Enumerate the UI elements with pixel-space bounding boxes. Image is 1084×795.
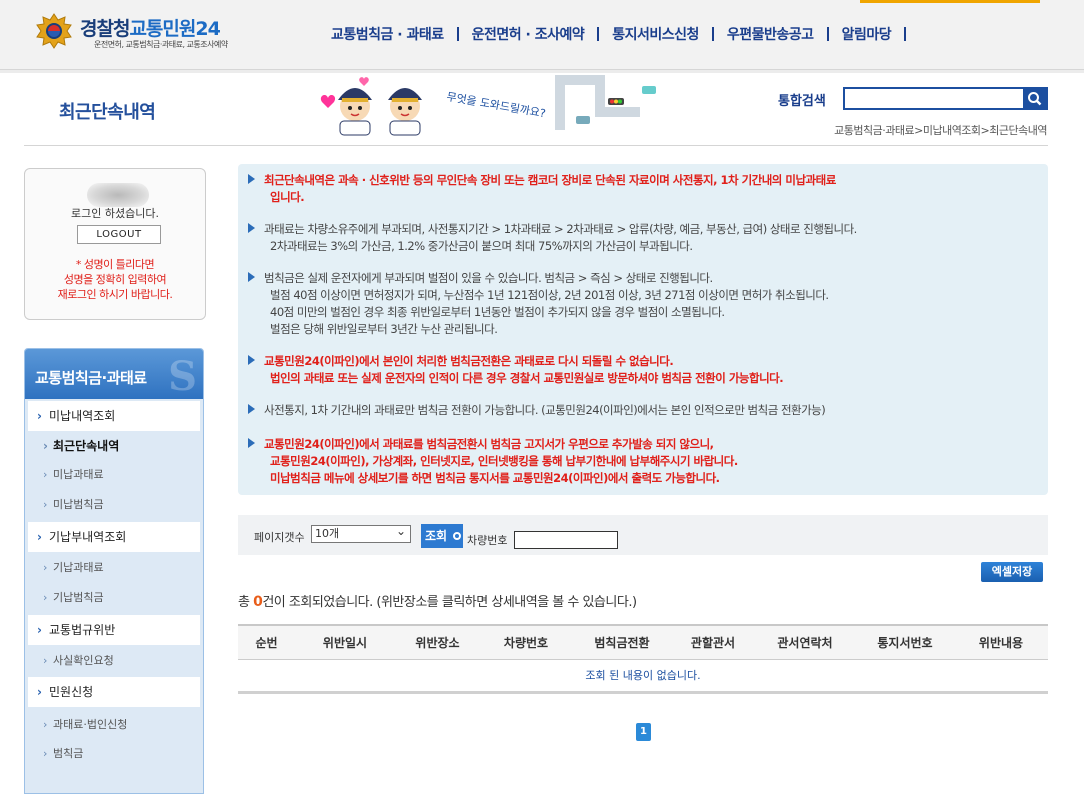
global-nav: 교통범칙금 · 과태료 운전면허 · 조사예약 통지서비스신청 우편물반송공고 알림마당: [318, 24, 907, 44]
plate-number-label: 차량번호: [467, 534, 508, 547]
info-line: 과태료는 차량소유주에게 부과되며, 사전통지기간 > 1차과태료 > 2차과태…: [264, 222, 857, 236]
pagination-page-1[interactable]: 1: [636, 723, 651, 741]
info-notice-box: 최근단속내역은 과속 · 신호위반 등의 무인단속 장비 또는 캠코더 장비로 …: [238, 164, 1048, 495]
bullet-triangle-icon: [248, 438, 255, 448]
sidebar-item[interactable]: 교통법규위반: [28, 615, 200, 645]
bullet-triangle-icon: [248, 272, 255, 282]
info-paragraph: 교통민원24(이파인)에서 과태료를 범칙금전환시 범칙금 고지서가 우편으로 …: [238, 436, 1038, 487]
logo-title: 경찰청교통민원24: [80, 18, 221, 40]
page-title: 최근단속내역: [59, 102, 156, 123]
info-paragraph: 최근단속내역은 과속 · 신호위반 등의 무인단속 장비 또는 캠코더 장비로 …: [238, 172, 1038, 206]
violation-table: 순번 위반일시 위반장소 차량번호 범칙금전환 관할관서 관서연락처 통지서번호 위반내용 조회…: [238, 624, 1048, 694]
search-button[interactable]: [1023, 89, 1046, 108]
info-paragraph: 과태료는 차량소유주에게 부과되며, 사전통지기간 > 1차과태료 > 2차과태…: [238, 221, 1038, 255]
sidebar-deco-icon: S: [168, 353, 197, 400]
info-line: 교통민원24(이파인)에서 본인이 처리한 범칙금전환은 과태료로 다시 되돌릴…: [264, 354, 674, 368]
info-line: 입니다.: [270, 190, 305, 204]
user-name-blurred: [87, 183, 149, 207]
info-paragraph: 범칙금은 실제 운전자에게 부과되며 벌점이 있을 수 있습니다. 범칙금 > …: [238, 270, 1038, 338]
table-column-header: 위반일시: [322, 636, 368, 650]
nav-item-5[interactable]: 알림마당: [829, 24, 905, 44]
accent-bar: [860, 0, 1040, 3]
sidebar-heading: S 교통범칙금·과태료: [25, 349, 203, 399]
sidebar-subitem[interactable]: 미납범칙금: [28, 492, 200, 518]
table-empty-message: 조회 된 내용이 없습니다.: [238, 660, 1048, 694]
nav-separator: [904, 27, 907, 41]
info-line: 최근단속내역은 과속 · 신호위반 등의 무인단속 장비 또는 캠코더 장비로 …: [264, 173, 836, 187]
info-paragraph: 교통민원24(이파인)에서 본인이 처리한 범칙금전환은 과태료로 다시 되돌릴…: [238, 353, 1038, 387]
filter-bar: 페이지갯수 10개 조회 차량번호: [238, 515, 1048, 555]
page-size-label: 페이지갯수: [254, 531, 305, 544]
mascot-illustration: 무엇을 도와드릴까요?: [320, 75, 656, 136]
header: 경찰청교통민원24 운전면허, 교통범칙금·과태료, 교통조사예약 교통범칙금 …: [0, 0, 1084, 73]
sidebar-subitem[interactable]: 기납과태료: [28, 555, 200, 581]
table-column-header: 차량번호: [503, 636, 549, 650]
nav-item-2[interactable]: 운전면허 · 조사예약: [459, 24, 598, 44]
table-header: 순번 위반일시 위반장소 차량번호 범칙금전환 관할관서 관서연락처 통지서번호 위반내용: [238, 626, 1048, 660]
search-submit-button[interactable]: 조회: [421, 524, 463, 548]
nav-item-3[interactable]: 통지서비스신청: [599, 24, 712, 44]
sidebar-item[interactable]: 미납내역조회: [28, 401, 200, 431]
table-column-header: 위반내용: [978, 636, 1024, 650]
sidebar-subitem[interactable]: 범칙금: [28, 741, 200, 767]
info-line: 교통민원24(이파인), 가상계좌, 인터넷지로, 인터넷뱅킹을 통해 납부기한…: [270, 454, 738, 468]
info-line: 벌점은 당해 위반일로부터 3년간 누산 관리됩니다.: [270, 322, 498, 336]
sidebar-subitem[interactable]: 미납과태료: [28, 462, 200, 488]
search-box: [843, 87, 1048, 110]
table-column-header: 위반장소: [415, 636, 460, 650]
sidebar: S 교통범칙금·과태료 미납내역조회최근단속내역미납과태료미납범칙금기납부내역조…: [24, 348, 204, 794]
sidebar-subitem[interactable]: 과태료·법인신청: [28, 712, 200, 738]
breadcrumb: 교통범칙금·과태료>미납내역조회>최근단속내역: [834, 124, 1047, 137]
search-label: 통합검색: [778, 94, 826, 109]
search-icon: [1028, 92, 1042, 106]
bullet-triangle-icon: [248, 223, 255, 233]
info-line: 교통민원24(이파인)에서 과태료를 범칙금전환시 범칙금 고지서가 우편으로 …: [264, 437, 714, 451]
table-column-header: 통지서번호: [877, 636, 933, 650]
search-input[interactable]: [845, 89, 1023, 108]
site-logo[interactable]: 경찰청교통민원24 운전면허, 교통범칙금·과태료, 교통조사예약: [34, 12, 274, 54]
result-count: 총 0건이 조회되었습니다. (위반장소를 클릭하면 상세내역을 볼 수 있습니…: [238, 594, 637, 610]
table-column-header: 순번: [255, 636, 278, 650]
table-column-header: 관서연락처: [777, 636, 833, 650]
info-line: 법인의 과태료 또는 실제 운전자의 인적이 다른 경우 경찰서 교통민원실로 …: [270, 371, 784, 385]
nav-item-4[interactable]: 우편물반송공고: [714, 24, 827, 44]
nav-item-1[interactable]: 교통범칙금 · 과태료: [318, 24, 457, 44]
svg-text:무엇을 도와드릴까요?: 무엇을 도와드릴까요?: [445, 90, 546, 120]
bullet-triangle-icon: [248, 404, 255, 414]
info-line: 벌점 40점 이상이면 면허정지가 되며, 누산점수 1년 121점이상, 2년…: [270, 288, 829, 302]
sidebar-subitem[interactable]: 최근단속내역: [28, 433, 200, 459]
login-warning: * 성명이 틀리다면 성명을 정확히 입력하여 재로그인 하시기 바랍니다.: [57, 258, 173, 301]
info-line: 40점 미만의 벌점인 경우 최종 위반일로부터 1년동안 벌점이 추가되지 않…: [270, 305, 725, 319]
table-column-header: 범칙금전환: [594, 636, 650, 650]
magnifier-icon: [453, 532, 461, 540]
bullet-triangle-icon: [248, 355, 255, 365]
login-message: 로그인 하셨습니다.: [71, 207, 159, 220]
info-line: 사전통지, 1차 기간내의 과태료만 범칙금 전환이 가능합니다. (교통민원2…: [264, 403, 826, 417]
logo-subtitle: 운전면허, 교통범칙금·과태료, 교통조사예약: [94, 40, 228, 49]
info-line: 2차과태료는 3%의 가산금, 1.2% 중가산금이 붙으며 최대 75%까지의…: [270, 239, 693, 253]
login-box: 로그인 하셨습니다. LOGOUT * 성명이 틀리다면 성명을 정확히 입력하…: [24, 168, 206, 320]
logout-button[interactable]: LOGOUT: [77, 225, 161, 244]
police-emblem-icon: [36, 13, 72, 49]
sidebar-subitem[interactable]: 사실확인요청: [28, 648, 200, 674]
table-column-header: 관할관서: [690, 636, 736, 650]
info-line: 미납범칙금 메뉴에 상세보기를 하면 범칙금 통지서를 교통민원24(이파인)에…: [270, 471, 720, 485]
sidebar-subitem[interactable]: 기납범칙금: [28, 585, 200, 611]
sidebar-item[interactable]: 민원신청: [28, 677, 200, 707]
plate-number-input[interactable]: [514, 531, 618, 549]
divider: [24, 145, 1048, 146]
excel-save-button[interactable]: 엑셀저장: [981, 562, 1043, 582]
sidebar-item[interactable]: 기납부내역조회: [28, 522, 200, 552]
bullet-triangle-icon: [248, 174, 255, 184]
page-size-select[interactable]: 10개: [311, 523, 411, 543]
info-paragraph: 사전통지, 1차 기간내의 과태료만 범칙금 전환이 가능합니다. (교통민원2…: [238, 402, 1038, 419]
info-line: 범칙금은 실제 운전자에게 부과되며 벌점이 있을 수 있습니다. 범칙금 > …: [264, 271, 713, 285]
